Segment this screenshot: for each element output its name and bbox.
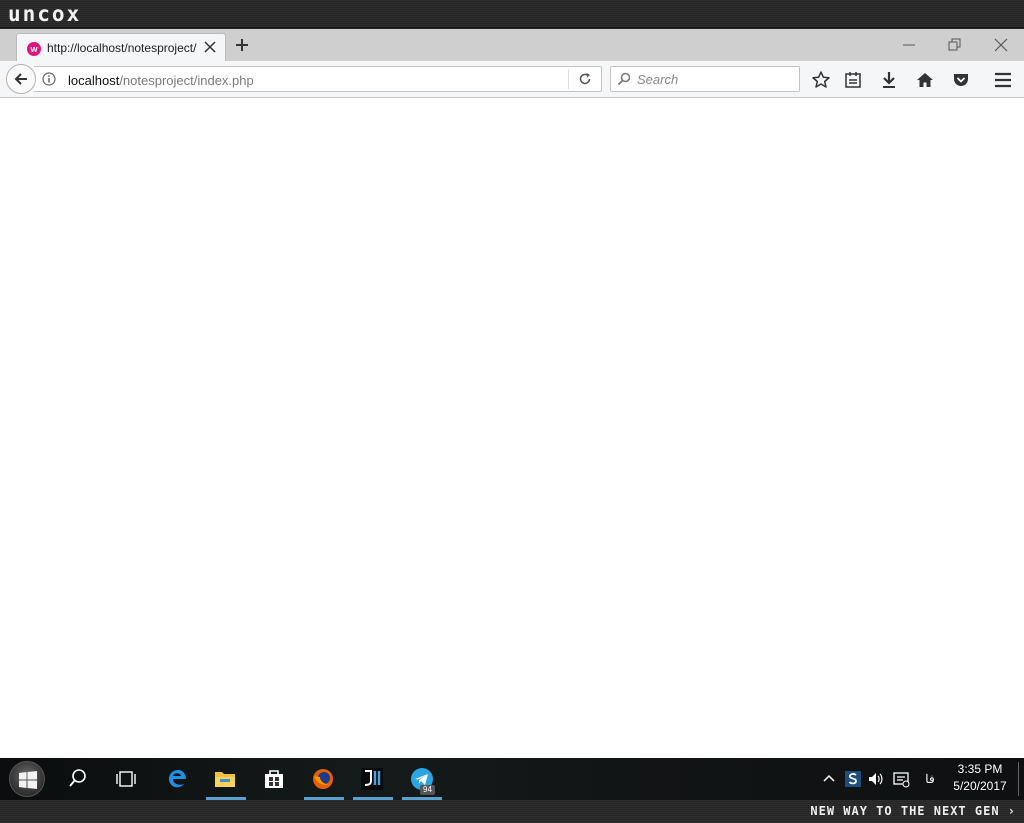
- search-icon: [617, 72, 631, 86]
- firefox-icon[interactable]: [310, 766, 336, 792]
- chevron-up-icon[interactable]: [820, 770, 838, 788]
- minimize-icon[interactable]: [900, 36, 918, 54]
- search-icon[interactable]: [65, 766, 91, 792]
- menu-icon[interactable]: [993, 70, 1013, 90]
- url-divider: [568, 69, 569, 89]
- store-icon[interactable]: [261, 766, 287, 792]
- show-desktop-button[interactable]: [1018, 762, 1019, 796]
- search-input[interactable]: [637, 70, 793, 88]
- file-explorer-icon[interactable]: [212, 766, 238, 792]
- tab-strip: w http://localhost/notesproject/index.ph…: [0, 29, 1024, 61]
- brand-bar: uncox: [0, 0, 1024, 28]
- clock-date: 5/20/2017: [953, 779, 1007, 793]
- telegram-unread-badge: 94: [420, 785, 435, 795]
- tab-title: http://localhost/notesproject/index.php: [47, 41, 197, 55]
- reading-list-icon[interactable]: [843, 70, 863, 90]
- clock[interactable]: 3:35 PM 5/20/2017: [948, 761, 1012, 795]
- url-text: localhost/notesproject/index.php: [68, 73, 254, 88]
- info-icon[interactable]: [42, 72, 56, 86]
- back-button[interactable]: [6, 64, 36, 94]
- pocket-icon[interactable]: [951, 70, 971, 90]
- close-window-icon[interactable]: [992, 36, 1010, 54]
- restore-icon[interactable]: [946, 36, 964, 54]
- taskbar: 94 فا 3:35 PM 5/20/2017: [0, 758, 1024, 800]
- wamp-favicon-icon: w: [27, 42, 41, 56]
- skype-tray-icon[interactable]: [844, 770, 862, 788]
- reload-icon[interactable]: [578, 72, 592, 86]
- bookmark-star-icon[interactable]: [811, 70, 831, 90]
- input-language-indicator[interactable]: فا: [921, 770, 939, 788]
- tab-active[interactable]: w http://localhost/notesproject/index.ph…: [16, 33, 226, 61]
- brand-logo: uncox: [8, 2, 82, 26]
- address-bar[interactable]: localhost/notesproject/index.php: [34, 66, 602, 92]
- volume-icon[interactable]: [867, 770, 885, 788]
- downloads-icon[interactable]: [879, 70, 899, 90]
- bottom-strip: New way to the next gen ›: [0, 800, 1024, 823]
- page-content: [0, 99, 1024, 758]
- action-center-icon[interactable]: [892, 770, 910, 788]
- edge-icon[interactable]: [164, 766, 190, 792]
- search-bar[interactable]: [610, 66, 800, 92]
- clock-time: 3:35 PM: [957, 762, 1003, 776]
- windows-logo-icon: [19, 771, 37, 789]
- jetbrains-icon[interactable]: [359, 766, 385, 792]
- url-host: localhost: [68, 73, 120, 88]
- tab-close-icon[interactable]: [203, 40, 217, 54]
- nav-bar: localhost/notesproject/index.php: [0, 61, 1024, 98]
- browser-window: w http://localhost/notesproject/index.ph…: [0, 29, 1024, 758]
- task-view-icon[interactable]: [113, 766, 139, 792]
- arrow-left-icon: [14, 73, 27, 85]
- url-path: /notesproject/index.php: [119, 73, 254, 88]
- start-button[interactable]: [9, 761, 45, 797]
- tagline: New way to the next gen ›: [810, 804, 1016, 818]
- new-tab-icon[interactable]: [234, 37, 250, 53]
- home-icon[interactable]: [915, 70, 935, 90]
